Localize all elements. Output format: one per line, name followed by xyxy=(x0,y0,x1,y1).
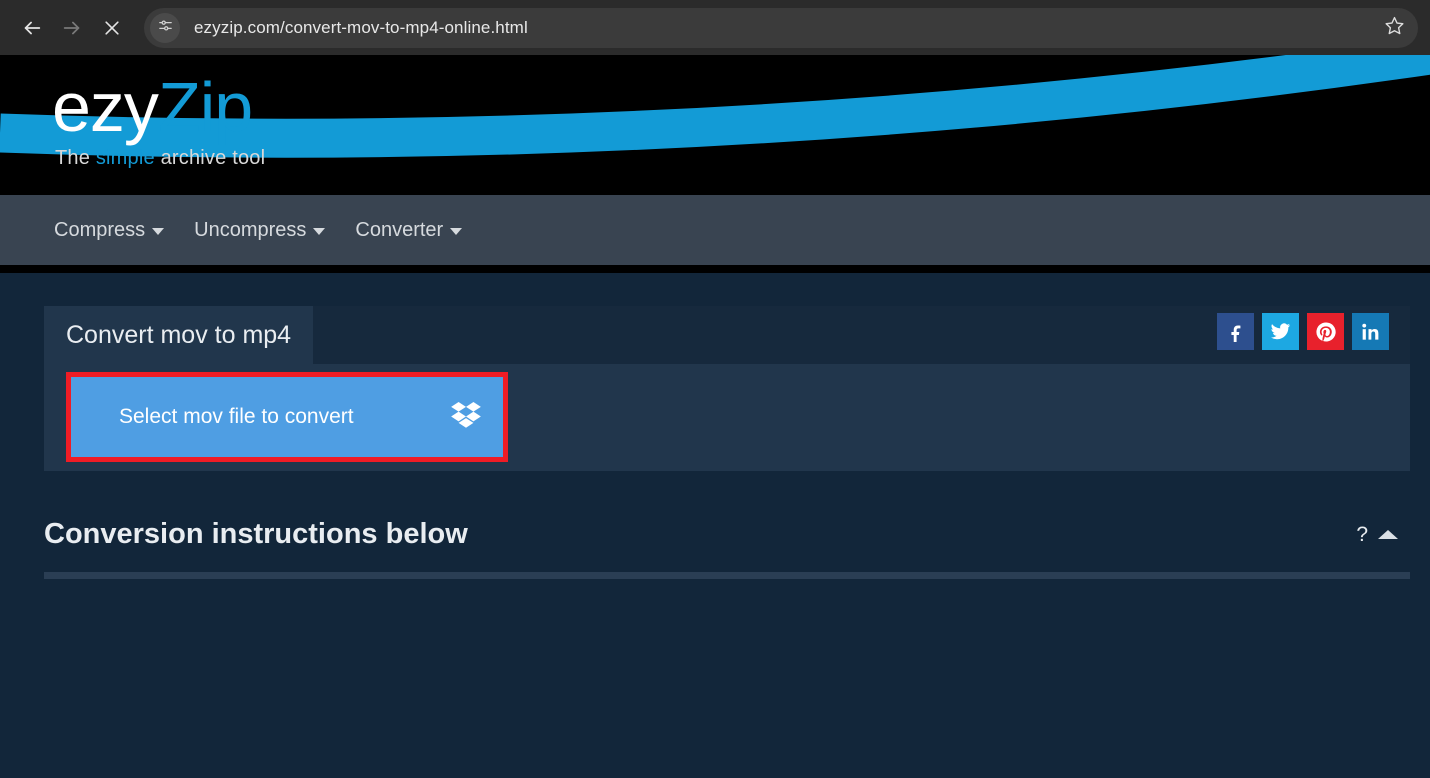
tagline-highlight: simple xyxy=(96,147,155,169)
facebook-icon xyxy=(1226,322,1246,342)
nav-item-label: Uncompress xyxy=(194,219,306,242)
tab-convert-mov-to-mp4[interactable]: Convert mov to mp4 xyxy=(44,306,313,364)
url-text[interactable]: ezyzip.com/convert-mov-to-mp4-online.htm… xyxy=(194,18,528,38)
conversion-instructions-section: Conversion instructions below ? xyxy=(44,513,1410,579)
back-button[interactable] xyxy=(12,8,52,48)
share-pinterest-button[interactable] xyxy=(1307,313,1344,350)
instructions-divider xyxy=(44,572,1410,579)
site-logo[interactable]: ezyZip xyxy=(52,72,252,142)
site-settings-tune-icon xyxy=(157,17,174,39)
caret-up-icon[interactable] xyxy=(1378,530,1398,539)
share-linkedin-button[interactable] xyxy=(1352,313,1389,350)
twitter-icon xyxy=(1270,321,1291,342)
page-content: Convert mov to mp4 xyxy=(0,273,1430,778)
nav-item-uncompress[interactable]: Uncompress xyxy=(194,219,325,242)
site-settings-button[interactable] xyxy=(150,13,180,43)
dropbox-icon[interactable] xyxy=(451,402,481,433)
converter-card-body: Select mov file to convert xyxy=(44,364,1410,471)
select-file-button[interactable]: Select mov file to convert xyxy=(71,377,503,457)
bookmark-button[interactable] xyxy=(1378,12,1410,44)
social-share-buttons xyxy=(1217,313,1389,350)
help-icon[interactable]: ? xyxy=(1356,524,1368,545)
forward-arrow-icon xyxy=(61,17,83,39)
browser-toolbar: ezyzip.com/convert-mov-to-mp4-online.htm… xyxy=(0,0,1430,55)
tagline-prefix: The xyxy=(55,147,96,169)
converter-card: Convert mov to mp4 xyxy=(44,306,1410,471)
tab-label: Convert mov to mp4 xyxy=(66,321,291,350)
stop-close-icon xyxy=(102,18,122,38)
nav-item-label: Compress xyxy=(54,219,145,242)
address-bar[interactable]: ezyzip.com/convert-mov-to-mp4-online.htm… xyxy=(144,8,1418,48)
star-outline-icon xyxy=(1384,15,1405,41)
instructions-controls: ? xyxy=(1356,524,1410,545)
instructions-title: Conversion instructions below xyxy=(44,518,468,551)
chevron-down-icon xyxy=(450,228,462,235)
nav-item-label: Converter xyxy=(355,219,443,242)
logo-text-secondary: Zip xyxy=(158,68,252,146)
share-facebook-button[interactable] xyxy=(1217,313,1254,350)
forward-button[interactable] xyxy=(52,8,92,48)
converter-card-header: Convert mov to mp4 xyxy=(44,306,1410,364)
select-file-highlight: Select mov file to convert xyxy=(66,372,508,462)
stop-loading-button[interactable] xyxy=(92,8,132,48)
select-file-button-label: Select mov file to convert xyxy=(119,405,354,429)
chevron-down-icon xyxy=(152,228,164,235)
site-header: ezyZip The simple archive tool xyxy=(0,55,1430,195)
pinterest-icon xyxy=(1315,321,1337,343)
header-divider xyxy=(0,265,1430,273)
logo-text-primary: ezy xyxy=(52,68,158,146)
share-twitter-button[interactable] xyxy=(1262,313,1299,350)
back-arrow-icon xyxy=(21,17,43,39)
site-tagline: The simple archive tool xyxy=(55,147,265,170)
nav-item-converter[interactable]: Converter xyxy=(355,219,462,242)
tagline-suffix: archive tool xyxy=(155,147,265,169)
instructions-header-row: Conversion instructions below ? xyxy=(44,513,1410,555)
nav-item-compress[interactable]: Compress xyxy=(54,219,164,242)
linkedin-icon xyxy=(1361,322,1381,342)
chevron-down-icon xyxy=(313,228,325,235)
main-navigation: Compress Uncompress Converter xyxy=(0,195,1430,265)
